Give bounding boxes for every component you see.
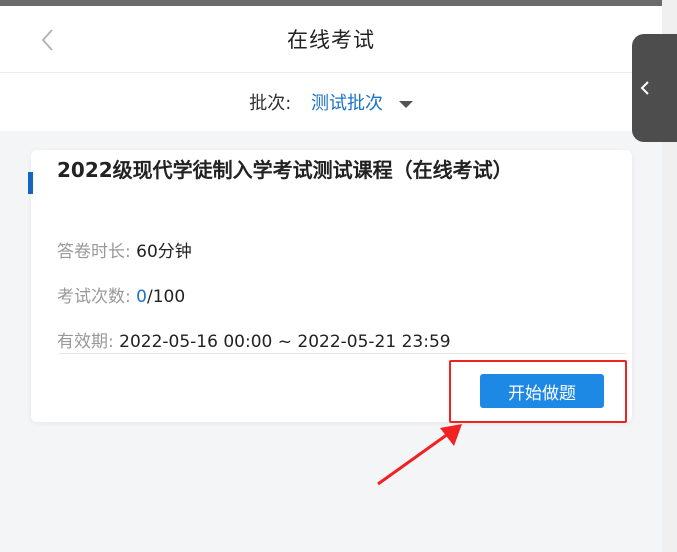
- card-divider: [59, 353, 626, 354]
- batch-filter-bar: 批次: 测试批次: [0, 73, 662, 131]
- caret-down-icon: [398, 100, 413, 108]
- duration-row: 答卷时长: 60分钟: [57, 237, 192, 262]
- side-drawer-tab[interactable]: [632, 34, 677, 142]
- attempts-label: 考试次数:: [57, 287, 131, 307]
- course-title: 2022级现代学徒制入学考试测试课程（在线考试）: [57, 158, 513, 182]
- attempts-total: /100: [146, 287, 186, 307]
- batch-row: 批次: 测试批次: [0, 89, 662, 115]
- attempts-row: 考试次数: 0/100: [57, 282, 185, 307]
- batch-selected-value: 测试批次: [311, 93, 384, 114]
- header-bar: 在线考试: [0, 6, 662, 73]
- page-title: 在线考试: [287, 28, 375, 52]
- card-accent-bar: [28, 172, 33, 194]
- validity-value: 2022-05-16 00:00 ~ 2022-05-21 23:59: [119, 332, 451, 352]
- validity-row: 有效期: 2022-05-16 00:00 ~ 2022-05-21 23:59: [57, 327, 451, 352]
- duration-value: 60分钟: [136, 242, 192, 262]
- batch-label: 批次:: [249, 93, 292, 114]
- batch-select[interactable]: 测试批次: [311, 93, 413, 114]
- pointer-arrow-icon: [377, 424, 462, 486]
- duration-label: 答卷时长:: [57, 242, 131, 262]
- attempts-used: 0: [136, 287, 147, 307]
- chevron-left-icon: [640, 81, 649, 95]
- highlight-box: [449, 360, 627, 423]
- validity-label: 有效期:: [57, 332, 114, 352]
